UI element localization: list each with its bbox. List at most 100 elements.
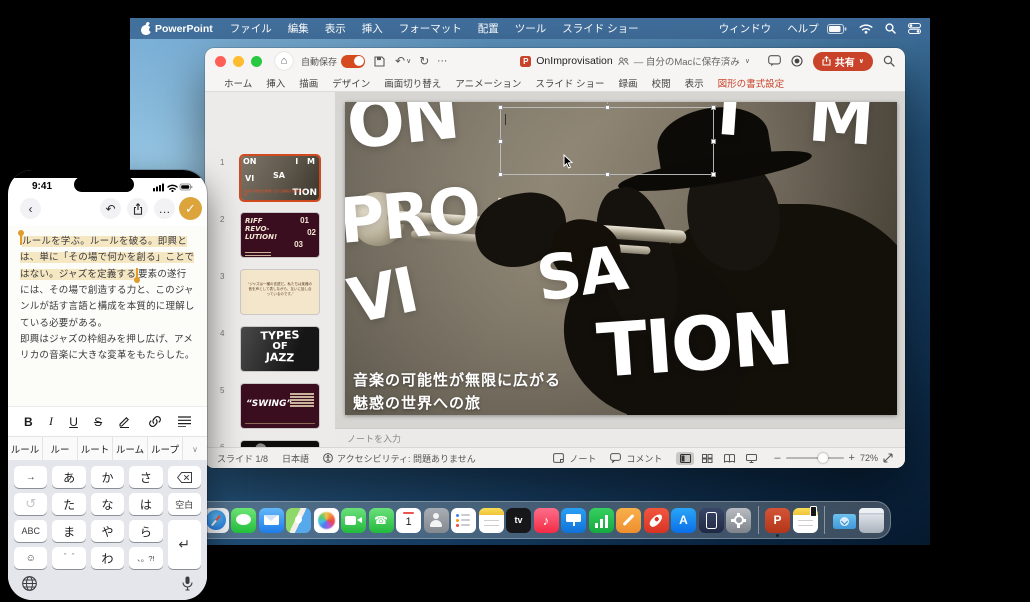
record-icon[interactable] [791, 55, 803, 67]
maps-dock-icon[interactable] [286, 508, 311, 533]
slide-canvas[interactable]: ON I M PRO VI SA TION 音楽の可能性が無限に広がる 魅惑の世… [345, 102, 897, 415]
text-editor[interactable]: ルールを学ぶ。ルールを破る。即興とは、単に「その場で何かを創る」ことではない。ジ… [8, 226, 207, 406]
undo-button-iphone[interactable]: ↶ [100, 198, 121, 219]
wifi-icon[interactable] [859, 23, 873, 34]
link-button[interactable] [148, 415, 162, 428]
key-emoji[interactable]: ☺ [14, 547, 47, 569]
more-commands-icon[interactable]: ⋯ [437, 56, 448, 67]
confirm-button[interactable]: ✓ [179, 197, 202, 220]
redo-button[interactable]: ↻ [419, 54, 429, 68]
control-center-icon[interactable] [908, 23, 921, 34]
key-delete[interactable] [168, 466, 201, 488]
key-sa[interactable]: さ [129, 466, 162, 488]
numbers-dock-icon[interactable] [589, 508, 614, 533]
notes-pane[interactable]: ノートを入力 [335, 428, 905, 447]
list-format-button[interactable] [178, 416, 191, 427]
spotlight-search-icon[interactable] [885, 23, 896, 34]
key-punctuation[interactable]: 、。?! [129, 547, 162, 569]
key-kaomoji[interactable]: ＾＾ [52, 547, 85, 569]
tab-shape-format[interactable]: 図形の書式設定 [711, 76, 792, 90]
suggestion-4[interactable]: ルーム [113, 437, 148, 461]
share-button-iphone[interactable] [127, 198, 148, 219]
strikethrough-button[interactable]: S [94, 415, 102, 429]
calendar-dock-icon[interactable]: 1 [396, 508, 421, 533]
music-dock-icon[interactable]: ♪ [534, 508, 559, 533]
menu-slideshow[interactable]: スライド ショー [554, 21, 646, 36]
tab-record[interactable]: 録画 [612, 76, 645, 90]
menu-insert[interactable]: 挿入 [354, 21, 391, 36]
selected-text-box[interactable] [500, 107, 714, 175]
facetime-dock-icon[interactable] [341, 508, 366, 533]
italic-button[interactable]: I [49, 414, 53, 429]
language-indicator[interactable]: 日本語 [282, 452, 309, 465]
undo-button[interactable]: ↶∨ [395, 54, 411, 68]
resize-handle-s[interactable] [605, 172, 610, 177]
messages-dock-icon[interactable] [231, 508, 256, 533]
tab-transitions[interactable]: 画面切り替え [377, 76, 448, 90]
zoom-in-button[interactable]: + [849, 452, 855, 464]
slide-sorter-view-button[interactable] [698, 452, 716, 465]
key-ha[interactable]: は [129, 493, 162, 515]
comments-icon[interactable] [768, 55, 781, 67]
dictation-mic-icon[interactable] [182, 576, 193, 591]
normal-view-button[interactable] [676, 452, 694, 465]
key-ra[interactable]: ら [129, 520, 162, 542]
back-button[interactable]: ‹ [20, 198, 41, 219]
mail-dock-icon[interactable] [259, 508, 284, 533]
resize-handle-w[interactable] [498, 139, 503, 144]
search-icon[interactable] [883, 55, 895, 67]
resize-handle-se[interactable] [711, 172, 716, 177]
suggestion-3[interactable]: ルート [78, 437, 113, 461]
menubar-app-name[interactable]: PowerPoint [146, 23, 222, 35]
slide-thumbnail-2[interactable]: RIFF REVO- LUTION! 01 02 03 [241, 213, 319, 257]
bold-button[interactable]: B [24, 415, 33, 429]
resize-handle-e[interactable] [711, 139, 716, 144]
menu-view[interactable]: 表示 [317, 21, 354, 36]
menu-arrange[interactable]: 配置 [470, 21, 507, 36]
slide-thumbnail-3[interactable]: “ジャズは一種の言語だ。私たちは楽器の音を声として表しながら、互いに話し合ってい… [241, 270, 319, 314]
suggestion-2[interactable]: ルー [43, 437, 78, 461]
key-space[interactable]: 空白 [168, 493, 201, 515]
more-options-button[interactable]: … [154, 198, 175, 219]
tab-insert[interactable]: 挿入 [259, 76, 292, 90]
suggestion-1[interactable]: ルール [8, 437, 43, 461]
pages-dock-icon[interactable] [616, 508, 641, 533]
tab-view[interactable]: 表示 [678, 76, 711, 90]
save-status-chevron-icon[interactable]: ∨ [745, 57, 750, 65]
key-cursor-right[interactable]: → [14, 466, 47, 488]
tab-draw[interactable]: 描画 [292, 76, 325, 90]
close-window-button[interactable] [215, 56, 226, 67]
share-button[interactable]: 共有 ∨ [813, 52, 873, 71]
system-settings-dock-icon[interactable] [726, 508, 751, 533]
underline-button[interactable]: U [69, 415, 78, 429]
globe-key-icon[interactable] [22, 576, 37, 591]
suggestion-5[interactable]: ループ [148, 437, 183, 461]
app-store-dock-icon[interactable]: A [671, 508, 696, 533]
home-icon[interactable]: ⌂ [275, 52, 293, 70]
key-ya[interactable]: や [91, 520, 124, 542]
slide-thumbnail-1[interactable]: ON I M VI SA TION 音楽の可能性が無限に広がる魅惑の世界への旅 [241, 156, 319, 200]
menu-edit[interactable]: 編集 [280, 21, 317, 36]
save-status[interactable]: — 自分のMacに保存済み [634, 54, 740, 68]
tab-home[interactable]: ホーム [217, 76, 259, 90]
tab-slideshow[interactable]: スライド ショー [528, 76, 611, 90]
tab-design[interactable]: デザイン [325, 76, 377, 90]
rocket-app-dock-icon[interactable] [644, 508, 669, 533]
key-na[interactable]: な [91, 493, 124, 515]
tab-animations[interactable]: アニメーション [448, 76, 528, 90]
highlight-pen-button[interactable] [118, 415, 131, 428]
apple-tv-dock-icon[interactable]: tv [506, 508, 531, 533]
key-wa[interactable]: わ [91, 547, 124, 569]
key-ta[interactable]: た [52, 493, 85, 515]
fit-slide-icon[interactable] [883, 453, 893, 463]
slide-thumbnail-4[interactable]: TYPES OF JAZZ [241, 327, 319, 371]
document-title[interactable]: OnImprovisation [536, 55, 612, 67]
accessibility-status[interactable]: アクセシビリティ: 問題ありません [323, 452, 476, 465]
contacts-dock-icon[interactable] [424, 508, 449, 533]
suggestions-expand-chevron-icon[interactable]: ∨ [183, 437, 207, 461]
photos-dock-icon[interactable] [314, 508, 339, 533]
key-a[interactable]: あ [52, 466, 85, 488]
safari-dock-icon[interactable] [204, 508, 229, 533]
key-ka[interactable]: か [91, 466, 124, 488]
minimize-window-button[interactable] [233, 56, 244, 67]
